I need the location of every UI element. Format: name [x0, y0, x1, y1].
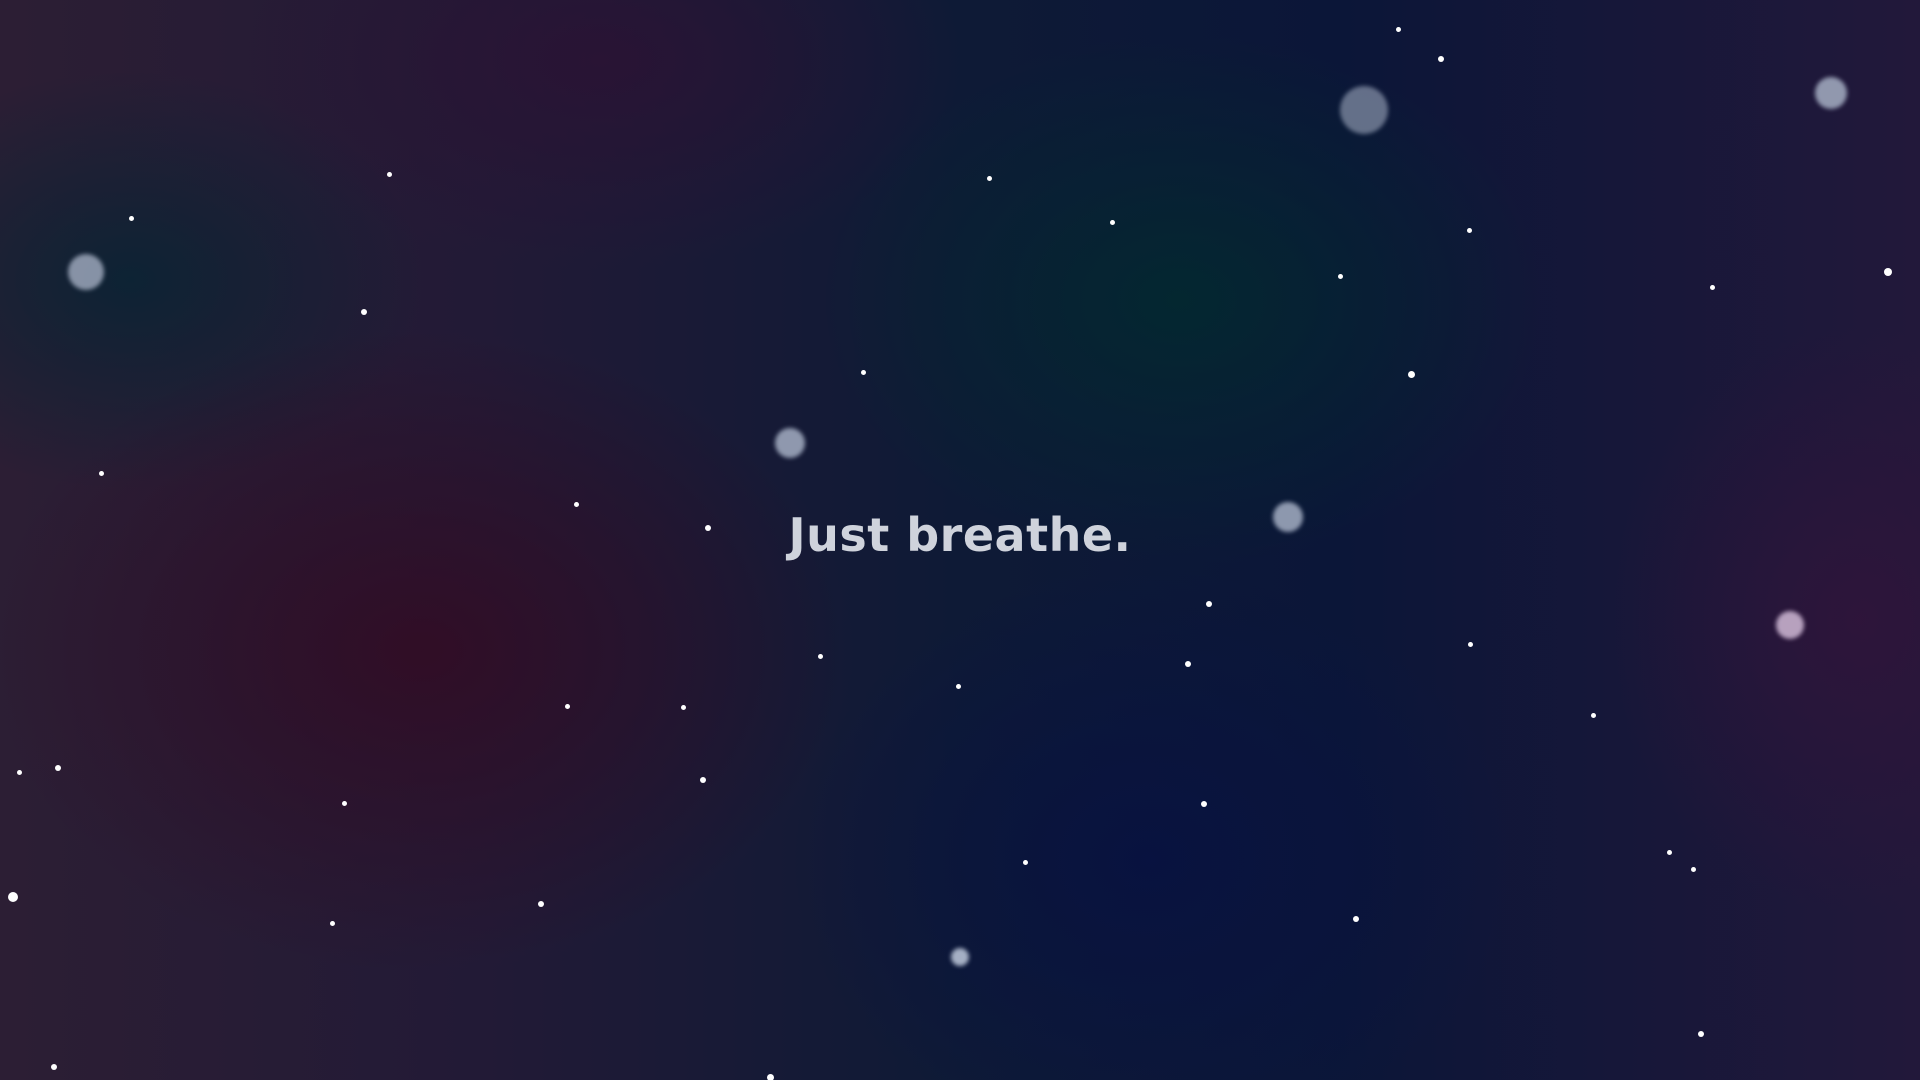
star: [573, 501, 579, 507]
star: [1467, 641, 1473, 647]
star: [16, 769, 22, 775]
glow-orb: [68, 254, 104, 290]
star: [1466, 227, 1472, 233]
star: [1185, 661, 1191, 667]
star: [705, 525, 711, 531]
breathing-scene: Just breathe.: [0, 0, 1920, 1080]
star: [1337, 273, 1343, 279]
glow-orb: [1273, 502, 1303, 532]
star: [817, 653, 823, 659]
star: [1201, 801, 1207, 807]
glow-orb: [775, 428, 805, 458]
glow-orb: [1340, 86, 1388, 134]
star: [700, 777, 706, 783]
star: [1666, 849, 1672, 855]
star: [860, 369, 866, 375]
star: [1690, 866, 1696, 872]
star: [55, 765, 61, 771]
star: [1395, 26, 1401, 32]
star: [680, 704, 686, 710]
star: [1438, 56, 1444, 62]
star: [766, 1073, 774, 1080]
glow-orb: [1815, 77, 1847, 109]
star: [341, 800, 347, 806]
star: [986, 175, 992, 181]
star: [1590, 712, 1596, 718]
star: [128, 215, 134, 221]
star: [955, 683, 961, 689]
star: [1884, 268, 1892, 276]
breathe-message: Just breathe.: [788, 508, 1132, 562]
glow-orb: [951, 948, 969, 966]
star: [98, 470, 104, 476]
star: [564, 703, 570, 709]
star: [8, 892, 18, 902]
star: [51, 1064, 57, 1070]
star: [329, 920, 335, 926]
star: [1407, 370, 1415, 378]
star: [1109, 219, 1115, 225]
star: [1698, 1031, 1704, 1037]
star: [1709, 284, 1715, 290]
star: [538, 901, 544, 907]
star: [1206, 601, 1212, 607]
star: [1022, 859, 1028, 865]
star: [1353, 916, 1359, 922]
star: [386, 171, 392, 177]
star: [361, 309, 367, 315]
glow-orb: [1776, 611, 1804, 639]
